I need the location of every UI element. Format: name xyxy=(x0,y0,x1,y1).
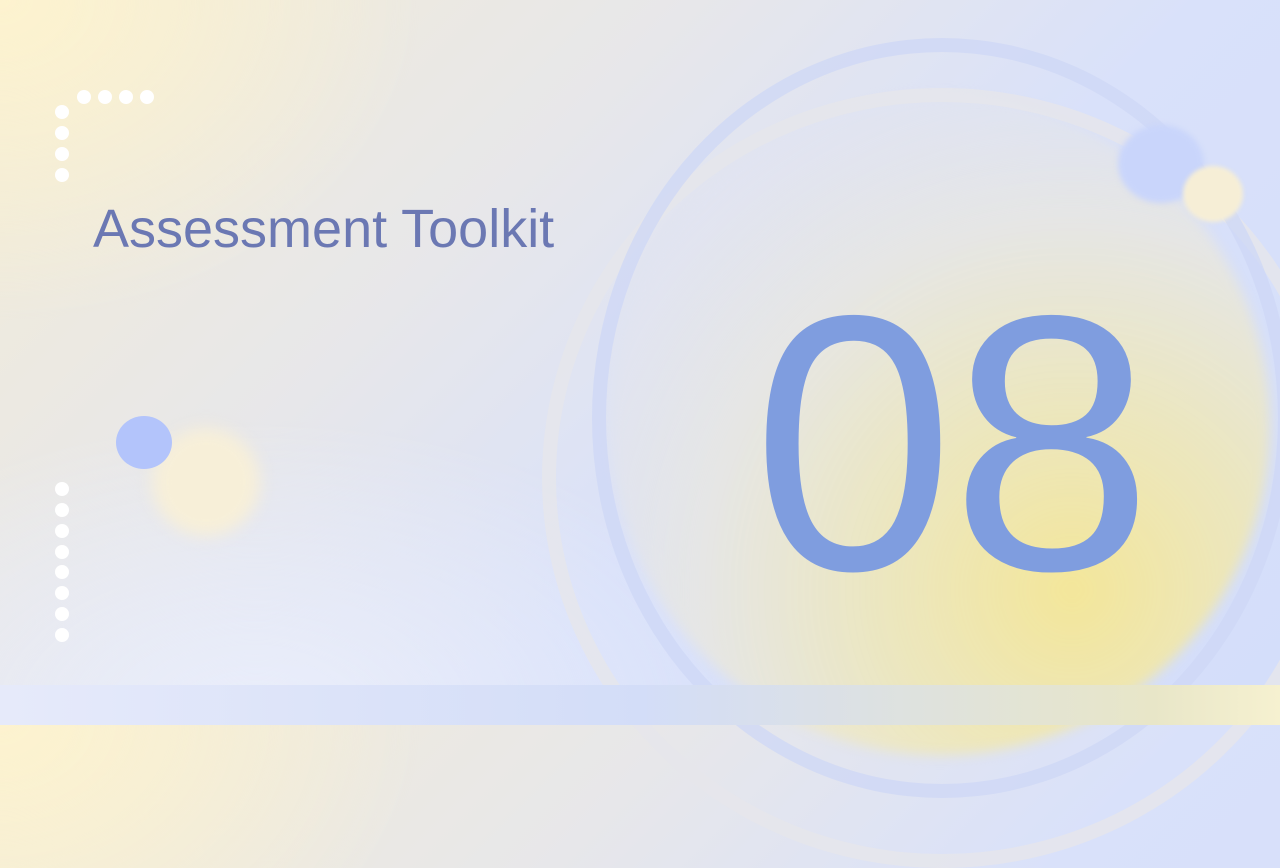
circle-blue-left xyxy=(116,416,172,469)
slide-title: Assessment Toolkit xyxy=(93,199,555,259)
bottom-band xyxy=(0,685,1280,725)
blur-circle-cream-top xyxy=(1183,166,1243,222)
section-number: 08 xyxy=(752,240,1153,647)
